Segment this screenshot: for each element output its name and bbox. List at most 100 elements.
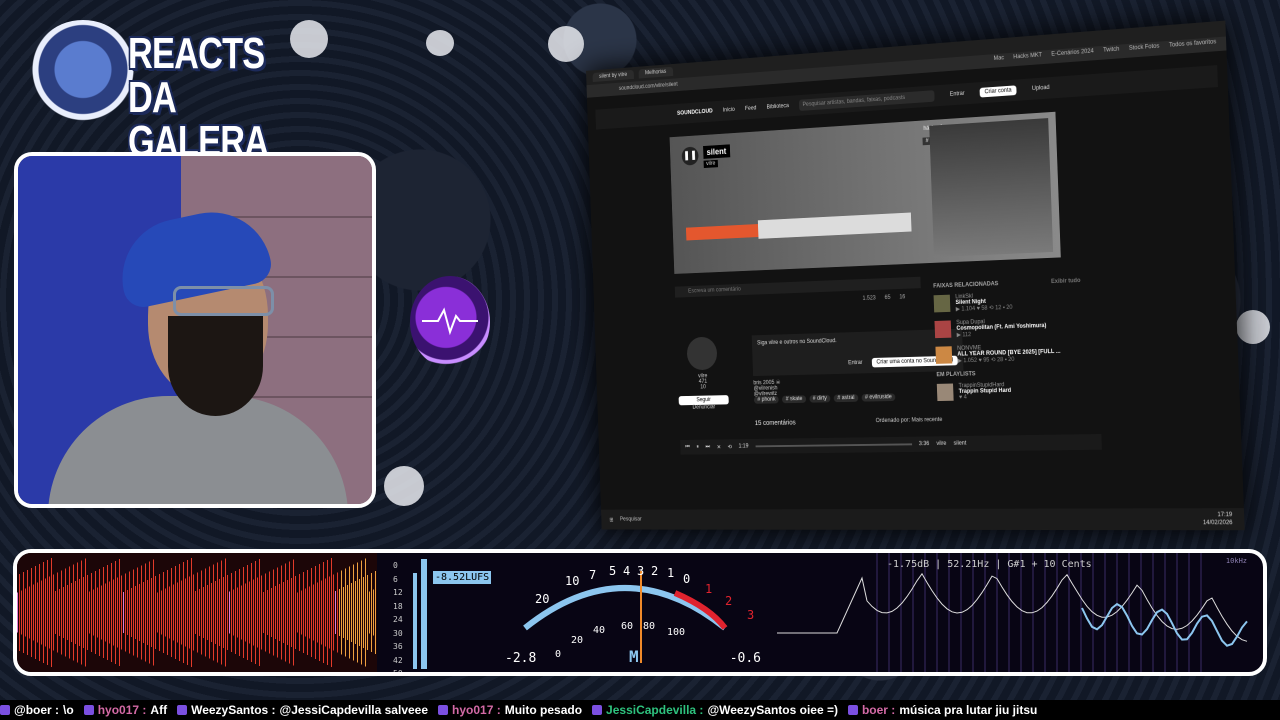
cover-art <box>929 118 1054 258</box>
waveform-bar <box>271 588 272 637</box>
chat-message: boer : música pra lutar jiu jitsu <box>847 703 1038 717</box>
chat-text: música pra lutar jiu jitsu <box>899 703 1038 717</box>
chat-message: hyo017 : Aff <box>83 703 167 717</box>
waveform-bar <box>277 567 278 658</box>
logo-text: REACTS DA GALERA <box>128 32 308 164</box>
waveform-bar <box>263 592 264 633</box>
chat-username[interactable]: WeezySantos : <box>191 703 275 717</box>
waveform-bar <box>375 571 376 654</box>
streamer-glasses <box>173 286 274 316</box>
loudness-meter: 0 6 12 18 24 30 36 42 50 -8.52LUFS <box>389 553 492 672</box>
chat-username[interactable]: @boer : <box>14 703 59 717</box>
report-link[interactable]: Denunciar <box>679 404 729 411</box>
pause-icon[interactable]: ⏸ <box>696 444 699 450</box>
waveform-bar <box>153 559 154 666</box>
waveform-bar <box>143 582 144 643</box>
search-input[interactable]: Pesquisar artistas, bandas, faixas, podc… <box>798 90 935 111</box>
related-see-all[interactable]: Exibir tudo <box>1051 278 1081 285</box>
waveform-bar <box>149 561 150 664</box>
vu-tick: 3 <box>637 564 644 578</box>
nav-feed[interactable]: Feed <box>745 106 757 112</box>
bookmark[interactable]: Twitch <box>1103 47 1119 54</box>
waveform-bar <box>335 591 336 634</box>
like-count: 65 <box>884 294 891 301</box>
signup-signin-button[interactable]: Entrar <box>844 358 867 368</box>
waveform-bar <box>215 581 216 644</box>
waveform-bar <box>177 582 178 643</box>
waveform-bar <box>111 563 112 662</box>
spectrum-readout: -1.75dB | 52.21Hz | G#1 + 10 Cents <box>887 559 1092 570</box>
waveform-bar <box>45 578 46 647</box>
waveform-bar <box>345 568 346 657</box>
create-account-button[interactable]: Criar conta <box>979 85 1017 98</box>
progress-bar[interactable] <box>755 443 912 448</box>
vu-tick: 20 <box>535 592 549 606</box>
waveform-bar <box>119 559 120 666</box>
waveform-bar <box>363 577 364 648</box>
tag[interactable]: # dirty <box>809 394 831 403</box>
soundcloud-logo[interactable]: SOUNDCLOUD <box>677 109 713 117</box>
tag[interactable]: # evilruside <box>861 393 896 402</box>
waveform-display <box>17 553 377 672</box>
waveform[interactable] <box>685 209 912 246</box>
player-track[interactable]: silent <box>954 441 967 447</box>
db-tick: 12 <box>393 588 403 597</box>
sort-dropdown[interactable]: Ordenado por: Mais recente <box>876 417 943 424</box>
chat-username[interactable]: hyo017 : <box>452 703 501 717</box>
nav-home[interactable]: Início <box>723 107 735 113</box>
vu-tick: 5 <box>609 564 616 578</box>
playlist-count: 4 <box>963 394 967 401</box>
track-description: bris 2005 ☠ @vilrenish @vilrewitz <box>753 379 781 397</box>
waveform-bar <box>53 574 54 651</box>
shuffle-icon[interactable]: ✕ <box>717 444 721 451</box>
bookmark[interactable]: Mac <box>994 55 1005 62</box>
waveform-bar <box>243 567 244 658</box>
waveform-bar <box>231 573 232 652</box>
waveform-bar <box>193 574 194 651</box>
waveform-bar <box>205 568 206 657</box>
pause-icon[interactable]: ❚❚ <box>681 146 699 166</box>
vu-tick: 4 <box>623 564 630 578</box>
waveform-bar <box>91 573 92 652</box>
windows-icon[interactable]: ⊞ <box>609 516 613 522</box>
signin-button[interactable]: Entrar <box>945 89 969 100</box>
nav-library[interactable]: Biblioteca <box>767 103 789 110</box>
vu-meter: 20 10 7 5 4 3 2 1 0 1 2 3 0 20 40 60 80 … <box>485 553 785 672</box>
tag[interactable]: # skate <box>782 395 806 404</box>
related-item[interactable]: Supa Dupal Cosmopolitan (Ft. Ami Yoshimu… <box>934 316 1083 339</box>
tag[interactable]: # astral <box>833 394 859 403</box>
taskbar-search[interactable]: Pesquisar <box>620 517 642 522</box>
next-icon[interactable]: ⏭ <box>705 444 710 450</box>
tag[interactable]: # phonk <box>753 395 780 404</box>
upload-button[interactable]: Upload <box>1027 83 1054 95</box>
waveform-bar <box>323 562 324 663</box>
waveform-bar <box>281 565 282 660</box>
streamer-beard <box>168 316 263 416</box>
chat-username[interactable]: hyo017 : <box>98 703 147 717</box>
browser-tab[interactable]: Melhorias <box>638 66 673 79</box>
waveform-bar <box>165 588 166 637</box>
pulse-icon <box>410 276 490 368</box>
comments-count: 15 comentários <box>754 419 796 427</box>
waveform-bar <box>227 575 228 650</box>
related-item[interactable]: NONVME ALL YEAR ROUND [BYE 2025] [FULL .… <box>935 342 1083 364</box>
chat-username[interactable]: boer : <box>862 703 895 717</box>
url-text[interactable]: soundcloud.com/vilre/silent <box>619 82 678 92</box>
player-artist[interactable]: vilre <box>936 441 946 447</box>
waveform-bar <box>33 584 34 641</box>
browser-tab[interactable]: silent by vilre <box>592 69 634 83</box>
previous-icon[interactable]: ⏮ <box>685 444 690 450</box>
playlist-item[interactable]: TrappinStupidHard Trappin Stupid Hard ♥ … <box>936 381 1085 402</box>
bg-blob <box>426 30 454 56</box>
track-artist[interactable]: vilre <box>703 159 719 169</box>
waveform-bar <box>115 561 116 664</box>
chat-ticker: @boer : \o hyo017 : Aff WeezySantos : @JessiC… <box>0 700 1280 720</box>
avatar[interactable] <box>686 336 718 371</box>
waveform-bar <box>161 590 162 635</box>
taskbar-clock: 17:19 14/02/2026 <box>1203 511 1233 527</box>
waveform-bar <box>291 578 292 647</box>
related-item[interactable]: LinkSkl Silent Night ▶ 1.104 ♥ 58 ⟲ 12 ▪… <box>933 290 1082 314</box>
chat-username[interactable]: JessiCapdevilla : <box>606 703 703 717</box>
related-comments: 20 <box>1008 356 1015 363</box>
repeat-icon[interactable]: ⟲ <box>728 443 732 450</box>
